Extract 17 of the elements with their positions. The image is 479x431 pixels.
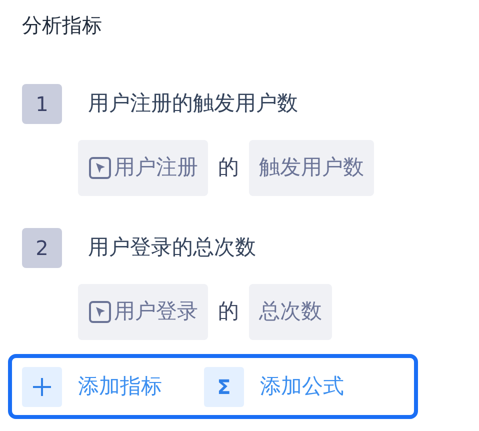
add-button[interactable]: Σ 添加公式: [204, 366, 344, 406]
property-chip[interactable]: 触发用户数: [249, 140, 374, 196]
section-title: 分析指标: [22, 12, 103, 39]
add-button[interactable]: 添加指标: [22, 366, 162, 406]
sigma-icon: Σ: [204, 366, 244, 406]
cursor-icon: [88, 156, 112, 180]
cursor-icon: [88, 300, 112, 324]
property-chip[interactable]: 总次数: [249, 284, 332, 340]
index-badge: 2: [22, 228, 62, 268]
plus-icon: [22, 366, 62, 406]
event-chip[interactable]: 用户登录: [78, 284, 208, 340]
event-chip[interactable]: 用户注册: [78, 140, 208, 196]
connector-text: 的: [218, 154, 239, 182]
index-badge: 1: [22, 84, 62, 124]
metric-name: 用户注册的触发用户数: [88, 90, 298, 118]
connector-text: 的: [218, 298, 239, 326]
metric-name: 用户登录的总次数: [88, 234, 256, 262]
